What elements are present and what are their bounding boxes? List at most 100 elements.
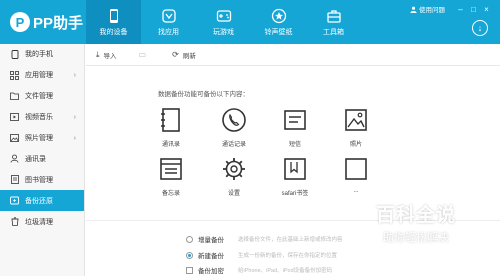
grid-label: ... [353,188,359,194]
app-store-icon [161,8,176,23]
phone-icon [10,49,19,59]
sidebar-item-file-management[interactable]: 文件管理 [0,86,84,107]
star-icon [271,8,286,23]
settings-icon [223,158,245,180]
import-button[interactable]: ⤓ 导入 [96,50,117,60]
more-icon [345,158,367,180]
minimize-button[interactable]: – [455,4,466,14]
nav-label: 工具箱 [323,28,344,36]
grid-label: safari书签 [281,191,309,197]
sidebar-item-photo-management[interactable]: 照片管理 › [0,128,84,149]
backup-item-more[interactable]: ... [336,156,376,194]
option-label: 增量备份 [198,237,224,244]
video-icon [10,113,19,122]
contacts-icon [10,154,19,163]
new-backup-option[interactable]: 新建备份 生成一份新的备份，保存在你指定的位置 [186,250,337,260]
backup-item-safari-bookmarks[interactable]: safari书签 [275,156,315,197]
cleanup-icon [10,217,19,226]
nav-label: 铃声壁纸 [264,28,293,36]
chevron-right-icon: › [73,71,76,79]
import-label: 导入 [103,52,117,60]
nav-label: 我的设备 [99,28,128,36]
top-bar: P PP助手 我的设备 找应用 玩游戏 铃声壁纸 工具箱 使用问题 – □ × … [0,0,500,44]
sidebar-item-label: 文件管理 [25,93,53,101]
grid-label: 设置 [227,191,240,197]
sidebar-item-junk-cleanup[interactable]: 垃圾清理 [0,211,84,232]
apps-icon [10,70,19,80]
refresh-label: 刷新 [182,52,196,60]
toolbar: ⤓ 导入 ▭ ⟳ 刷新 [86,44,500,66]
memo-icon [160,158,182,180]
nav-games[interactable]: 玩游戏 [196,0,251,44]
folder-icon [10,92,19,101]
option-label: 备份加密 [198,268,224,275]
nav-find-apps[interactable]: 找应用 [141,0,196,44]
nav-toolbox[interactable]: 工具箱 [306,0,361,44]
backup-item-contacts[interactable]: 通讯录 [151,107,191,148]
backup-item-memo[interactable]: 备忘录 [151,156,191,197]
encrypt-backup-option[interactable]: 备份加密 给iPhone、iPad、iPod设备备份加密码 [186,265,332,275]
close-button[interactable]: × [481,4,492,14]
sidebar-item-label: 图书管理 [25,176,53,184]
backup-prompt: 数据备份功能可备份以下内容： [158,91,249,98]
main-nav: 我的设备 找应用 玩游戏 铃声壁纸 工具箱 [86,0,361,44]
import-icon: ⤓ [96,49,100,59]
radio-button[interactable] [186,251,193,259]
incremental-backup-option[interactable]: 增量备份 选择备份文件，在此基础上新增或修改内容 [186,234,343,244]
backup-item-photos[interactable]: 照片 [336,107,376,148]
disabled-toolbar-button: ▭ [139,50,151,59]
app-logo: P PP助手 [10,12,83,32]
sidebar-item-my-phone[interactable]: 我的手机 [0,44,84,65]
maximize-button[interactable]: □ [468,4,479,14]
sidebar-item-label: 垃圾清理 [25,218,53,226]
download-manager-button[interactable]: ↓ [472,20,488,36]
backup-item-call-log[interactable]: 通话记录 [214,107,254,148]
watermark-title: 百科全说 [375,205,456,226]
grid-label: 照片 [349,142,362,148]
sidebar-item-label: 我的手机 [25,51,53,59]
sidebar-item-video-music[interactable]: 视频音乐 › [0,107,84,128]
refresh-icon: ⟳ [172,50,179,59]
grid-label: 短信 [288,142,301,148]
sidebar-item-label: 视频音乐 [25,114,53,122]
sidebar-item-label: 照片管理 [25,135,53,142]
sidebar-item-backup-restore[interactable]: 备份还原 [0,190,84,212]
sidebar-item-label: 通讯录 [25,155,46,163]
delete-icon: ▭ [138,50,147,59]
call-log-icon [222,108,246,132]
phone-icon [109,8,118,23]
book-icon [10,175,19,185]
bookmark-icon [284,158,306,180]
photo-icon [10,134,19,143]
watermark-subtitle: 助你轻松解决 [383,232,449,244]
logo-mark: P [10,12,30,32]
address-book-icon [161,108,180,132]
chevron-right-icon: › [73,134,76,142]
window-controls: 使用问题 – □ × [410,4,492,14]
checkbox[interactable] [186,266,193,274]
backup-item-settings[interactable]: 设置 [214,156,254,197]
nav-ringtones[interactable]: 铃声壁纸 [251,0,306,44]
refresh-button[interactable]: ⟳ 刷新 [172,50,196,60]
sidebar: 我的手机 应用管理 › 文件管理 视频音乐 › 照片管理 › 通讯录 图书管理 … [0,44,85,276]
radio-button[interactable] [186,235,193,243]
grid-label: 备忘录 [161,191,180,197]
nav-label: 玩游戏 [213,28,234,36]
feedback-link[interactable]: 使用问题 [410,4,445,14]
chevron-right-icon: › [73,113,76,121]
toolbox-icon [326,9,341,23]
nav-my-device[interactable]: 我的设备 [86,0,141,44]
backup-item-sms[interactable]: 短信 [275,107,315,148]
sidebar-item-label: 备份还原 [25,197,53,205]
gamepad-icon [216,9,231,22]
sidebar-item-app-management[interactable]: 应用管理 › [0,65,84,86]
photo-icon [345,109,367,131]
option-description: 生成一份新的备份，保存在你指定的位置 [238,253,338,259]
backup-icon [10,196,19,205]
nav-label: 找应用 [158,28,179,36]
option-description: 给iPhone、iPad、iPod设备备份加密码 [238,268,333,274]
feedback-label: 使用问题 [419,7,445,14]
grid-label: 通讯录 [161,142,180,148]
sidebar-item-contacts[interactable]: 通讯录 [0,148,84,169]
sidebar-item-book-management[interactable]: 图书管理 [0,169,84,190]
